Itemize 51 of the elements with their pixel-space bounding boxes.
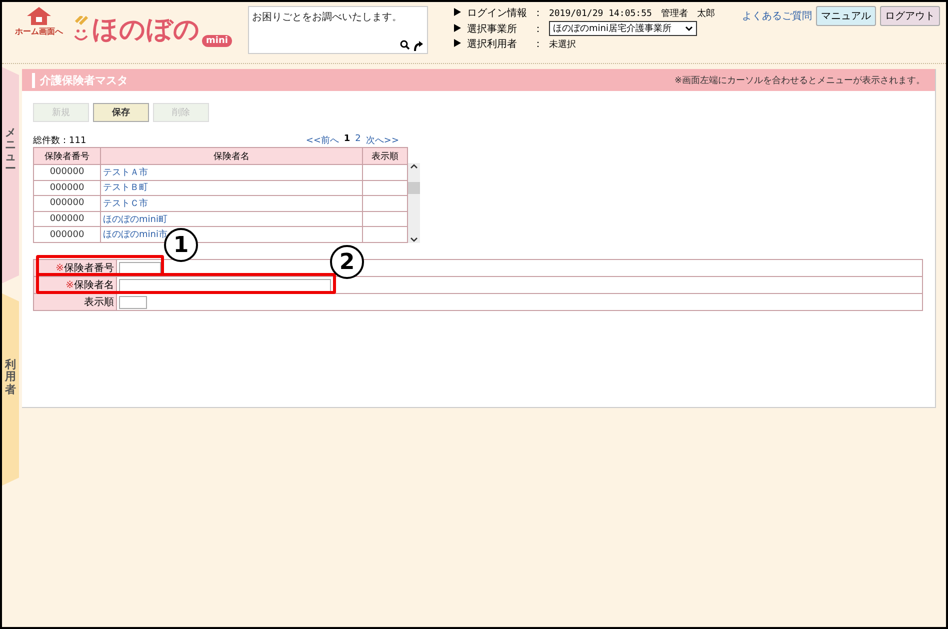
colon: ：: [532, 7, 543, 20]
smiley-icon: [72, 16, 90, 44]
pager-link[interactable]: 2: [355, 134, 361, 147]
table-cell: 000000: [34, 226, 100, 242]
info-value: 未選択: [548, 38, 577, 50]
info-label: ログイン情報: [466, 8, 527, 19]
pager-link[interactable]: 1: [344, 134, 350, 147]
insurer-link[interactable]: テストＣ市: [100, 196, 362, 212]
colon: ：: [532, 22, 543, 36]
colon: ：: [532, 38, 543, 51]
info-label: 選択事業所: [466, 24, 517, 34]
action-button[interactable]: 保存: [93, 103, 149, 122]
page-title: 介護保険者マスタ: [32, 72, 128, 88]
menu-tab[interactable]: メニュー: [2, 67, 19, 284]
pager-link[interactable]: <<前へ: [306, 134, 339, 147]
search-field[interactable]: お困りごとをお調べいたします。: [248, 6, 428, 54]
table-cell: 000000: [34, 164, 100, 180]
insurer-link[interactable]: テストＢ町: [100, 180, 362, 196]
table-cell: 000000: [34, 196, 100, 212]
table-cell: 000000: [34, 180, 100, 196]
input-field[interactable]: [119, 278, 331, 292]
field-label: 表示順: [34, 294, 116, 310]
office-select[interactable]: ほのぼのmini居宅介護事業所: [548, 21, 697, 36]
total-count: 総件数：111: [33, 134, 86, 147]
column-header: 表示順: [362, 148, 408, 164]
column-header: 保険者番号: [34, 148, 100, 164]
faq-link[interactable]: よくあるご質問: [742, 9, 812, 23]
chevron-up-icon[interactable]: [410, 163, 418, 169]
house-icon[interactable]: [26, 6, 52, 26]
insurer-link[interactable]: ほのぼのmini町: [100, 211, 362, 227]
home-link[interactable]: ホーム画面へ: [15, 26, 63, 37]
info-value: 2019/01/29 14:05:55 管理者 太郎: [548, 8, 715, 20]
logo-badge: mini: [202, 35, 232, 47]
input-field[interactable]: [119, 262, 161, 274]
manual-button[interactable]: マニュアル: [816, 6, 876, 26]
scrollbar-thumb[interactable]: [408, 182, 420, 194]
logout-button[interactable]: ログアウト: [880, 6, 940, 26]
input-field[interactable]: [119, 296, 147, 308]
scrollbar[interactable]: [408, 163, 420, 243]
column-header: 保険者名: [100, 148, 362, 164]
info-label: 選択利用者: [466, 39, 517, 50]
table-cell: 000000: [34, 211, 100, 227]
insurer-link[interactable]: テストＡ市: [100, 164, 362, 180]
chevron-down-icon[interactable]: [410, 237, 418, 243]
curved-arrow-icon[interactable]: [412, 40, 424, 51]
user-tab[interactable]: 利用者: [2, 293, 19, 486]
search-icon[interactable]: [400, 40, 410, 50]
chevron-down-icon: [684, 26, 693, 32]
notice-text: ※画面左端にカーソルを合わせるとメニューが表示されます。: [674, 74, 925, 86]
logo-text: ほのぼの: [92, 14, 200, 47]
pager-link[interactable]: 次へ>>: [366, 134, 399, 147]
